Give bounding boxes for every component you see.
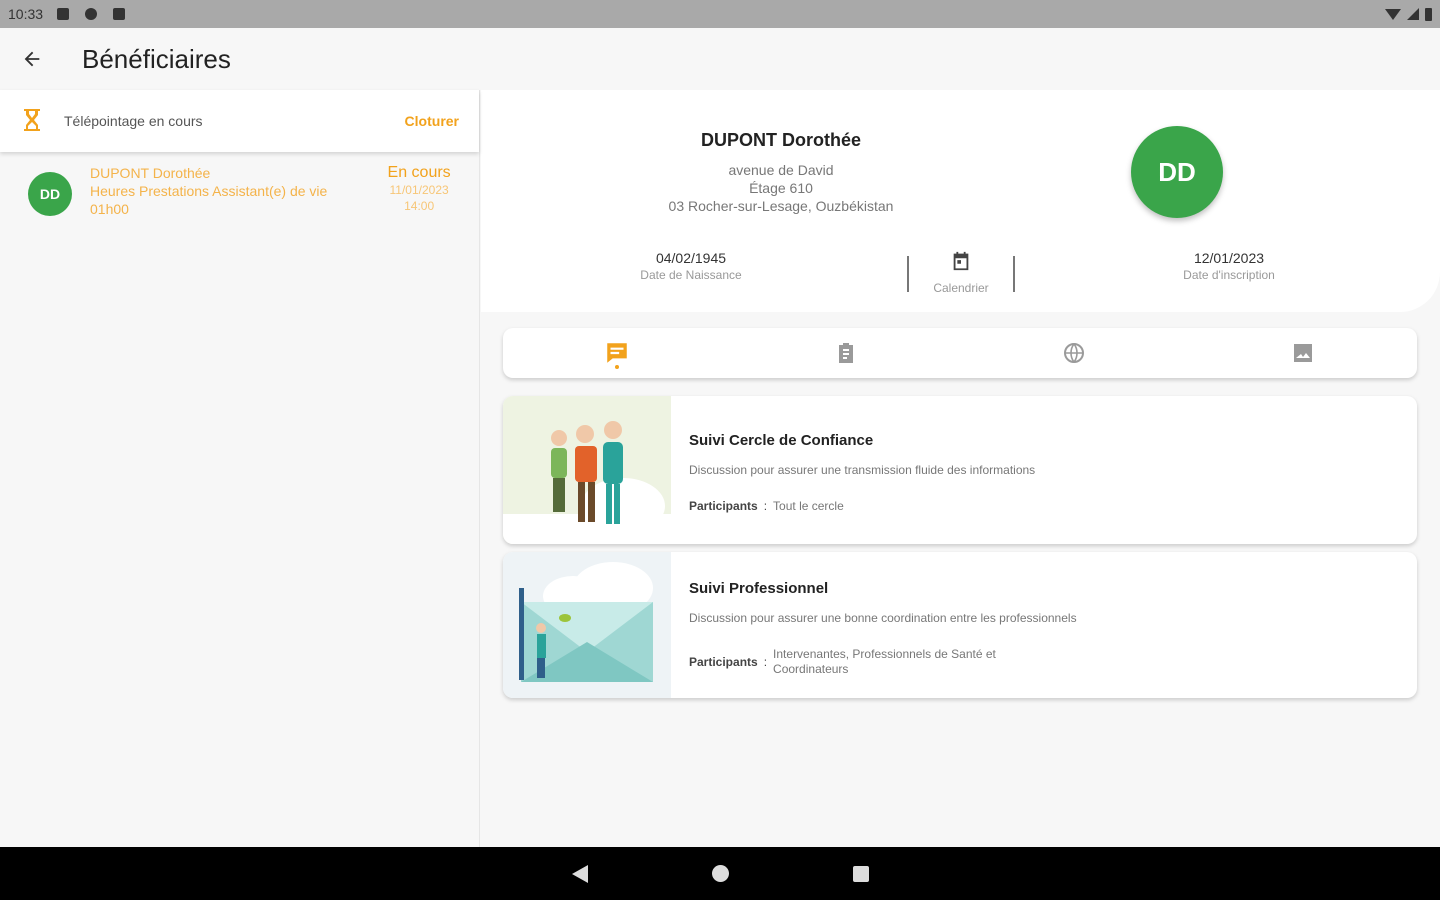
participants-separator: : — [763, 655, 768, 669]
discussion-card[interactable]: Suivi Professionnel Discussion pour assu… — [503, 552, 1417, 698]
signup-date-block: 12/01/2023 Date d'inscription — [1149, 250, 1309, 282]
back-button[interactable] — [0, 28, 64, 90]
visit-date: 11/01/2023 — [389, 183, 449, 197]
beneficiary-detail: DUPONT Dorothée avenue de David Étage 61… — [481, 90, 1440, 847]
participants-value: Intervenantes, Professionnels de Santé e… — [773, 647, 996, 676]
address-line-3: 03 Rocher-sur-Lesage, Ouzbékistan — [668, 198, 894, 214]
calendar-icon — [953, 251, 969, 271]
wifi-icon — [1385, 8, 1401, 20]
status-time: 10:33 — [8, 6, 44, 22]
visit-details: DUPONT Dorothée Heures Prestations Assis… — [90, 164, 365, 218]
system-nav-bar — [0, 847, 1440, 900]
nav-home-button[interactable] — [711, 865, 729, 882]
divider — [1013, 256, 1015, 292]
family-illustration — [503, 396, 671, 544]
tab-discussions[interactable] — [503, 328, 732, 378]
tab-notes[interactable] — [732, 328, 961, 378]
cloturer-button[interactable]: Cloturer — [405, 113, 459, 129]
visit-name: DUPONT Dorothée — [90, 165, 211, 181]
participants-value: Tout le cercle — [773, 499, 844, 513]
clipboard-icon — [838, 343, 853, 363]
signal-icon — [1407, 8, 1419, 20]
active-tab-indicator — [615, 365, 620, 369]
participants-row: Participants : Tout le cercle — [689, 499, 1035, 513]
visit-time: 14:00 — [404, 199, 435, 213]
page-title: Bénéficiaires — [82, 43, 231, 74]
discussion-description: Discussion pour assurer une bonne coordi… — [689, 611, 1077, 625]
hourglass-icon — [24, 109, 40, 131]
sync-icon — [85, 8, 98, 20]
discussion-description: Discussion pour assurer une transmission… — [689, 463, 1036, 477]
tab-web[interactable] — [960, 328, 1189, 378]
visit-duration: 01h00 — [90, 201, 129, 217]
chat-icon — [607, 343, 627, 363]
app-bar: Bénéficiaires — [0, 28, 1440, 90]
calendar-label: Calendrier — [933, 281, 989, 295]
tab-bar — [503, 328, 1417, 378]
signup-date-label: Date d'inscription — [1183, 268, 1275, 282]
birth-date-label: Date de Naissance — [640, 268, 742, 282]
participants-row: Participants : Intervenantes, Profession… — [689, 647, 1077, 677]
birth-date-block: 04/02/1945 Date de Naissance — [611, 250, 771, 282]
sd-card-icon — [113, 8, 126, 20]
discussion-title: Suivi Cercle de Confiance — [689, 432, 874, 449]
status-badge: En cours — [387, 164, 451, 181]
calendar-button[interactable]: Calendrier — [921, 250, 1001, 295]
envelope-illustration — [503, 552, 671, 698]
battery-icon — [1425, 7, 1432, 21]
status-bar: 10:33 — [0, 0, 1440, 28]
address-line-1: avenue de David — [728, 162, 834, 178]
avatar: DD — [28, 172, 72, 216]
telepointage-label: Télépointage en cours — [64, 113, 203, 129]
participants-separator: : — [763, 499, 768, 513]
signup-date: 12/01/2023 — [1193, 250, 1265, 266]
divider — [907, 256, 909, 292]
participants-label: Participants — [689, 655, 758, 669]
profile-card: DUPONT Dorothée avenue de David Étage 61… — [481, 90, 1440, 312]
status-right — [1385, 7, 1432, 21]
avatar: DD — [1131, 126, 1223, 218]
beneficiary-name: DUPONT Dorothée — [700, 130, 861, 150]
image-icon — [1293, 344, 1312, 362]
visit-status: En cours 11/01/2023 14:00 — [379, 164, 459, 214]
address-line-2: Étage 610 — [749, 180, 813, 196]
tab-gallery[interactable] — [1189, 328, 1418, 378]
discussion-title: Suivi Professionnel — [689, 580, 829, 597]
visit-service: Heures Prestations Assistant(e) de vie — [90, 183, 328, 199]
card-body: Suivi Professionnel Discussion pour assu… — [671, 552, 1077, 698]
nav-recents-button[interactable] — [852, 865, 869, 882]
notification-icon — [57, 8, 70, 20]
globe-icon — [1064, 343, 1085, 363]
participants-label: Participants — [689, 499, 758, 513]
nav-back-button[interactable] — [571, 864, 588, 883]
discussion-card[interactable]: Suivi Cercle de Confiance Discussion pou… — [503, 396, 1417, 544]
visits-pane: Télépointage en cours Cloturer DD DUPONT… — [0, 90, 480, 847]
card-body: Suivi Cercle de Confiance Discussion pou… — [671, 396, 1035, 544]
telepointage-banner: Télépointage en cours Cloturer — [0, 90, 479, 152]
birth-date: 04/02/1945 — [655, 250, 727, 266]
visit-item[interactable]: DD DUPONT Dorothée Heures Prestations As… — [0, 152, 479, 218]
arrow-left-icon — [24, 51, 40, 67]
